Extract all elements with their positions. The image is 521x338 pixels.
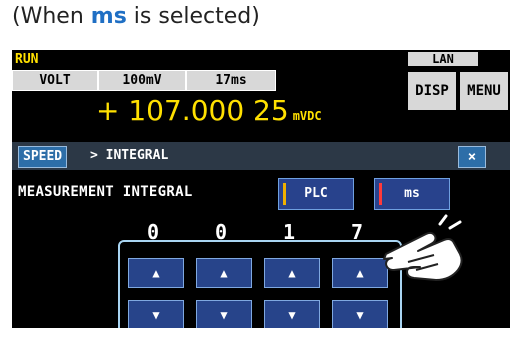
speed-indicator[interactable]: 17ms (186, 70, 276, 91)
breadcrumb-current: > INTEGRAL (90, 146, 168, 166)
menu-button[interactable]: MENU (460, 72, 508, 110)
ms-option-label: ms (404, 186, 420, 201)
caption-highlight: ms (90, 4, 127, 29)
breadcrumb-current-label: INTEGRAL (105, 148, 169, 163)
measurement-unit: mVDC (292, 109, 322, 123)
close-button[interactable]: × (458, 146, 486, 168)
arrow-down-icon: ▼ (288, 308, 296, 322)
digit-1-up-button[interactable]: ▲ (128, 258, 184, 288)
digit-2-up-button[interactable]: ▲ (196, 258, 252, 288)
run-status: RUN (15, 52, 39, 67)
arrow-up-icon: ▲ (220, 266, 228, 280)
lan-indicator: LAN (408, 52, 478, 66)
arrow-up-icon: ▲ (288, 266, 296, 280)
digit-4-down-button[interactable]: ▼ (332, 300, 388, 328)
digit-3-down-button[interactable]: ▼ (264, 300, 320, 328)
arrow-up-icon: ▲ (152, 266, 160, 280)
measurement-value: + 107.000 25 (96, 94, 289, 127)
caption: (When ms is selected) (12, 4, 260, 29)
arrow-down-icon: ▼ (152, 308, 160, 322)
breadcrumb-speed[interactable]: SPEED (18, 146, 68, 168)
arrow-up-icon: ▲ (356, 266, 364, 280)
arrow-down-icon: ▼ (356, 308, 364, 322)
close-icon: × (467, 149, 477, 165)
measurement-display: + 107.000 25 mVDC (96, 94, 322, 127)
function-indicator[interactable]: VOLT (12, 70, 98, 91)
digit-3-up-button[interactable]: ▲ (264, 258, 320, 288)
plc-option-label: PLC (304, 186, 328, 201)
digit-1-down-button[interactable]: ▼ (128, 300, 184, 328)
digit-2-down-button[interactable]: ▼ (196, 300, 252, 328)
caption-prefix: (When (12, 4, 91, 29)
range-indicator[interactable]: 100mV (98, 70, 186, 91)
option-indicator-selected (379, 183, 382, 205)
pointing-hand-icon (383, 214, 463, 281)
option-indicator (283, 183, 286, 205)
disp-button[interactable]: DISP (408, 72, 456, 110)
measurement-integral-label: MEASUREMENT INTEGRAL (18, 184, 193, 200)
arrow-down-icon: ▼ (220, 308, 228, 322)
caption-suffix: is selected) (126, 4, 260, 29)
plc-option-button[interactable]: PLC (278, 178, 354, 210)
breadcrumb: SPEED > INTEGRAL × (12, 142, 510, 170)
ms-option-button[interactable]: ms (374, 178, 450, 210)
breadcrumb-separator: > (90, 148, 98, 163)
